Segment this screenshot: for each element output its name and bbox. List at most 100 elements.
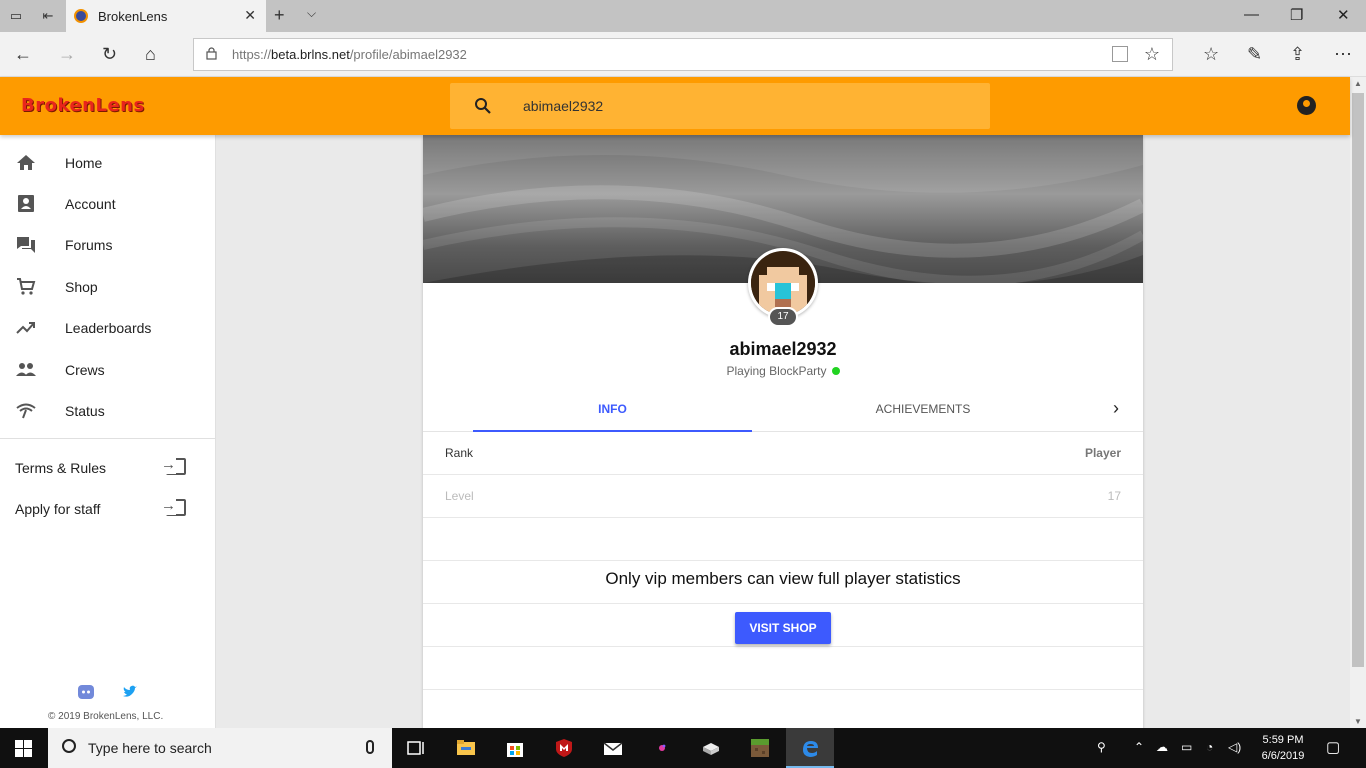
back-icon[interactable]: ← (14, 44, 32, 64)
battery-icon[interactable]: ▭ (1181, 740, 1192, 754)
sidebar-divider (0, 438, 215, 439)
main-content: 17 abimael2932 Playing BlockParty INFO A… (216, 135, 1350, 728)
taskbar-search[interactable]: Type here to search (48, 728, 392, 768)
sidebar: Home Account Forums Shop Leaderboards Cr… (0, 135, 216, 728)
lock-icon (206, 47, 217, 60)
profile-card: 17 abimael2932 Playing BlockParty INFO A… (423, 135, 1143, 728)
clock-date: 6/6/2019 (1261, 750, 1305, 762)
exit-to-app-icon (161, 497, 186, 516)
account-circle-icon[interactable] (1297, 96, 1316, 115)
link-label: Apply for staff (15, 501, 101, 517)
media-app-button[interactable] (638, 728, 686, 768)
sidebar-item-forums[interactable]: Forums (0, 224, 215, 265)
chevron-right-icon[interactable]: › (1113, 398, 1119, 419)
tab-info[interactable]: INFO (473, 390, 752, 432)
new-tab-icon[interactable]: + (274, 5, 285, 26)
taskbar-clock[interactable]: 5:59 PM 6/6/2019 (1248, 732, 1318, 764)
sidebar-item-status[interactable]: Status (0, 390, 215, 431)
search-icon (62, 739, 76, 753)
chevron-down-icon[interactable]: ⌵ (307, 6, 316, 21)
stat-label: Level (445, 489, 474, 503)
apply-staff-link[interactable]: Apply for staff (0, 489, 215, 529)
minecraft-button[interactable] (736, 728, 784, 768)
close-tab-icon[interactable]: ✕ (244, 7, 256, 24)
mcafee-shield-icon (556, 739, 572, 757)
restore-icon[interactable]: ❐ (1290, 6, 1303, 24)
discord-icon[interactable] (78, 684, 94, 700)
page-scrollbar[interactable]: ▲ ▼ (1350, 77, 1366, 728)
link-label: Terms & Rules (15, 460, 107, 476)
set-tabs-aside-icon[interactable]: ⇤ (40, 8, 56, 24)
tab-achievements[interactable]: ACHIEVEMENTS (768, 390, 1078, 432)
windows-start-icon[interactable] (15, 740, 32, 757)
search-bar[interactable]: abimael2932 (450, 83, 990, 129)
sidebar-item-label: Account (65, 196, 116, 212)
minimize-icon[interactable]: — (1244, 6, 1259, 23)
refresh-icon[interactable]: ↻ (102, 44, 117, 64)
task-view-button[interactable] (392, 728, 440, 768)
sidebar-item-shop[interactable]: Shop (0, 266, 215, 307)
more-menu-icon[interactable]: ⋯ (1334, 44, 1352, 64)
terms-rules-link[interactable]: Terms & Rules (0, 448, 215, 488)
app-button[interactable] (687, 728, 735, 768)
site-header: BrokenLens abimael2932 (0, 77, 1350, 135)
people-icon (16, 363, 36, 376)
copyright-text: © 2019 BrokenLens, LLC. (48, 711, 164, 722)
share-icon[interactable]: ⇪ (1290, 44, 1305, 64)
pen-notes-icon[interactable]: ✎ (1247, 44, 1262, 64)
sidebar-item-crews[interactable]: Crews (0, 349, 215, 390)
visit-shop-button[interactable]: VISIT SHOP (735, 612, 831, 644)
address-bar[interactable]: https://beta.brlns.net/profile/abimael29… (193, 38, 1173, 71)
volume-icon[interactable]: ◁) (1228, 740, 1241, 754)
search-input[interactable]: abimael2932 (523, 98, 603, 114)
people-icon[interactable]: ⚲ (1097, 740, 1106, 754)
tab-overview-icon[interactable]: ▭ (8, 8, 24, 24)
scroll-up-icon[interactable]: ▲ (1354, 79, 1362, 88)
favorites-hub-icon[interactable]: ☆ (1203, 44, 1219, 64)
favorite-star-icon[interactable]: ☆ (1144, 44, 1160, 65)
sidebar-item-label: Forums (65, 237, 113, 253)
blurred-stat-row (423, 518, 1143, 561)
profile-tabs: INFO ACHIEVEMENTS › (423, 390, 1143, 432)
sidebar-item-account[interactable]: Account (0, 183, 215, 224)
stat-row: Level 17 (423, 475, 1143, 518)
mcafee-button[interactable] (540, 728, 588, 768)
forward-icon[interactable]: → (58, 44, 76, 64)
minecraft-grass-block-icon (751, 739, 769, 757)
scroll-down-icon[interactable]: ▼ (1354, 717, 1362, 726)
edge-browser-button[interactable] (786, 728, 834, 768)
store-icon (507, 743, 523, 757)
clock-time: 5:59 PM (1262, 734, 1304, 746)
taskbar-search-placeholder: Type here to search (88, 740, 212, 756)
browser-tab[interactable]: BrokenLens ✕ (66, 0, 266, 32)
player-username: abimael2932 (729, 339, 837, 359)
site-logo[interactable]: BrokenLens (21, 95, 145, 116)
windows-taskbar: Type here to search ⚲ ⌃ ☁ ▭ ◔ ◁) 5:59 PM… (0, 728, 1366, 768)
player-status: Playing BlockParty (423, 364, 1143, 378)
home-icon[interactable]: ⌂ (145, 44, 156, 64)
stat-value: 17 (1107, 489, 1121, 503)
stat-label: Rank (445, 446, 474, 460)
reading-view-icon[interactable] (1112, 46, 1128, 62)
store-button[interactable] (491, 728, 539, 768)
browser-nav-bar: ← → ↻ ⌂ https://beta.brlns.net/profile/a… (0, 32, 1366, 77)
site-favicon-icon (74, 9, 88, 23)
blurred-stat-row (423, 690, 1143, 728)
folder-icon (457, 740, 475, 755)
close-window-icon[interactable]: ✕ (1337, 6, 1350, 24)
sidebar-item-leaderboards[interactable]: Leaderboards (0, 307, 215, 348)
onedrive-cloud-icon[interactable]: ☁ (1156, 740, 1168, 754)
chevron-up-icon[interactable]: ⌃ (1134, 740, 1144, 754)
task-view-icon (407, 741, 424, 755)
sidebar-item-label: Crews (65, 362, 105, 378)
file-explorer-button[interactable] (442, 728, 490, 768)
scrollbar-thumb[interactable] (1352, 93, 1364, 667)
notifications-icon[interactable]: ▢ (1326, 738, 1340, 756)
wifi-icon[interactable]: ◔ (1206, 740, 1213, 754)
twitter-icon[interactable] (122, 684, 138, 700)
sidebar-item-home[interactable]: Home (0, 142, 215, 183)
mail-icon (603, 742, 623, 755)
search-icon (475, 98, 491, 114)
mail-button[interactable] (589, 728, 637, 768)
microphone-icon[interactable] (366, 740, 374, 754)
